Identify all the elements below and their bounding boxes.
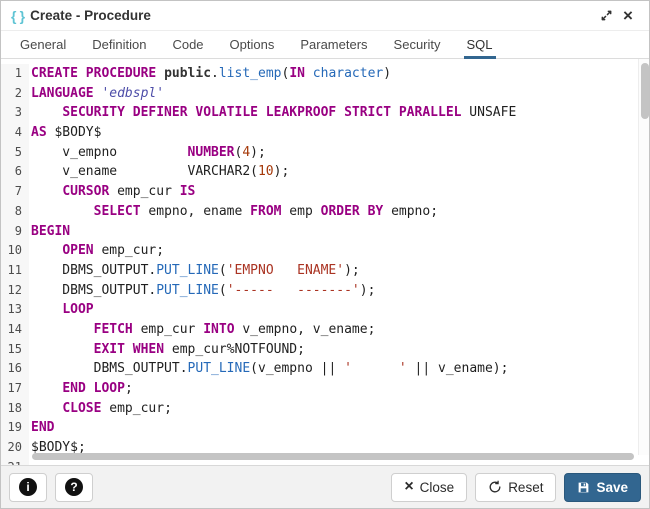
line-number: 9	[1, 222, 29, 242]
code-line: 1CREATE PROCEDURE public.list_emp(IN cha…	[1, 64, 649, 84]
line-text: LOOP	[29, 300, 649, 320]
close-button-label: Close	[420, 480, 455, 495]
line-text: AS $BODY$	[29, 123, 649, 143]
line-number: 6	[1, 162, 29, 182]
close-x-icon[interactable]: ×	[617, 5, 639, 27]
tab-sql[interactable]: SQL	[454, 31, 506, 58]
tab-code[interactable]: Code	[159, 31, 216, 58]
line-text: END LOOP;	[29, 379, 649, 399]
save-floppy-icon	[577, 481, 590, 494]
help-button[interactable]: ?	[55, 473, 93, 502]
line-text: SELECT empno, ename FROM emp ORDER BY em…	[29, 202, 649, 222]
line-number: 18	[1, 399, 29, 419]
line-text: CLOSE emp_cur;	[29, 399, 649, 419]
title-bar: { } Create - Procedure ×	[1, 1, 649, 31]
code-line: 15 EXIT WHEN emp_cur%NOTFOUND;	[1, 340, 649, 360]
line-text: v_ename VARCHAR2(10);	[29, 162, 649, 182]
braces-icon: { }	[11, 8, 26, 24]
line-number: 17	[1, 379, 29, 399]
horizontal-scrollbar-thumb[interactable]	[32, 453, 634, 460]
vertical-scrollbar[interactable]	[638, 59, 649, 455]
reset-icon	[488, 480, 502, 494]
tab-bar: GeneralDefinitionCodeOptionsParametersSe…	[1, 31, 649, 59]
line-text: DBMS_OUTPUT.PUT_LINE('EMPNO ENAME');	[29, 261, 649, 281]
code-line: 14 FETCH emp_cur INTO v_empno, v_ename;	[1, 320, 649, 340]
save-button-label: Save	[596, 480, 628, 495]
footer-bar: i ? × Close Reset	[1, 465, 649, 508]
line-text: CREATE PROCEDURE public.list_emp(IN char…	[29, 64, 649, 84]
line-text: END	[29, 418, 649, 438]
code-line: 7 CURSOR emp_cur IS	[1, 182, 649, 202]
line-text: OPEN emp_cur;	[29, 241, 649, 261]
line-text: DBMS_OUTPUT.PUT_LINE('----- -------');	[29, 281, 649, 301]
line-number: 7	[1, 182, 29, 202]
code-line: 4AS $BODY$	[1, 123, 649, 143]
close-button[interactable]: × Close	[391, 473, 467, 502]
line-number: 10	[1, 241, 29, 261]
code-line: 3 SECURITY DEFINER VOLATILE LEAKPROOF ST…	[1, 103, 649, 123]
info-button[interactable]: i	[9, 473, 47, 502]
info-circle-icon: i	[19, 478, 37, 496]
code-line: 19END	[1, 418, 649, 438]
line-text: BEGIN	[29, 222, 649, 242]
vertical-scrollbar-thumb[interactable]	[641, 63, 649, 119]
sql-editor[interactable]: 1CREATE PROCEDURE public.list_emp(IN cha…	[1, 59, 649, 465]
code-area: 1CREATE PROCEDURE public.list_emp(IN cha…	[1, 59, 649, 465]
tab-parameters[interactable]: Parameters	[287, 31, 380, 58]
line-number: 11	[1, 261, 29, 281]
expand-diagonal-icon[interactable]	[595, 5, 617, 27]
code-scroller: 1CREATE PROCEDURE public.list_emp(IN cha…	[1, 59, 649, 465]
line-text: SECURITY DEFINER VOLATILE LEAKPROOF STRI…	[29, 103, 649, 123]
reset-button[interactable]: Reset	[475, 473, 556, 502]
line-number: 13	[1, 300, 29, 320]
code-line: 6 v_ename VARCHAR2(10);	[1, 162, 649, 182]
line-number: 20	[1, 438, 29, 458]
create-procedure-dialog: { } Create - Procedure × GeneralDefiniti…	[0, 0, 650, 509]
code-line: 8 SELECT empno, ename FROM emp ORDER BY …	[1, 202, 649, 222]
tab-general[interactable]: General	[7, 31, 79, 58]
line-number: 15	[1, 340, 29, 360]
line-number: 2	[1, 84, 29, 104]
line-number: 12	[1, 281, 29, 301]
code-line: 10 OPEN emp_cur;	[1, 241, 649, 261]
tab-security[interactable]: Security	[381, 31, 454, 58]
line-number: 5	[1, 143, 29, 163]
line-number: 16	[1, 359, 29, 379]
code-line: 11 DBMS_OUTPUT.PUT_LINE('EMPNO ENAME');	[1, 261, 649, 281]
line-text: v_empno NUMBER(4);	[29, 143, 649, 163]
line-text: EXIT WHEN emp_cur%NOTFOUND;	[29, 340, 649, 360]
line-text: FETCH emp_cur INTO v_empno, v_ename;	[29, 320, 649, 340]
code-line: 13 LOOP	[1, 300, 649, 320]
tab-definition[interactable]: Definition	[79, 31, 159, 58]
code-line: 18 CLOSE emp_cur;	[1, 399, 649, 419]
horizontal-scrollbar[interactable]	[30, 453, 636, 461]
dialog-title: Create - Procedure	[30, 8, 151, 23]
reset-button-label: Reset	[508, 480, 543, 495]
code-line: 9BEGIN	[1, 222, 649, 242]
code-line: 17 END LOOP;	[1, 379, 649, 399]
code-line: 2LANGUAGE 'edbspl'	[1, 84, 649, 104]
line-text: DBMS_OUTPUT.PUT_LINE(v_empno || ' ' || v…	[29, 359, 649, 379]
line-text: CURSOR emp_cur IS	[29, 182, 649, 202]
question-circle-icon: ?	[65, 478, 83, 496]
line-number: 19	[1, 418, 29, 438]
line-number: 4	[1, 123, 29, 143]
tab-options[interactable]: Options	[217, 31, 288, 58]
line-number: 14	[1, 320, 29, 340]
line-number: 21	[1, 458, 29, 465]
code-line: 5 v_empno NUMBER(4);	[1, 143, 649, 163]
line-number: 3	[1, 103, 29, 123]
line-number: 8	[1, 202, 29, 222]
line-number: 1	[1, 64, 29, 84]
code-line: 12 DBMS_OUTPUT.PUT_LINE('----- -------')…	[1, 281, 649, 301]
line-text: LANGUAGE 'edbspl'	[29, 84, 649, 104]
close-button-x-icon: ×	[404, 479, 413, 495]
save-button[interactable]: Save	[564, 473, 641, 502]
code-line: 16 DBMS_OUTPUT.PUT_LINE(v_empno || ' ' |…	[1, 359, 649, 379]
